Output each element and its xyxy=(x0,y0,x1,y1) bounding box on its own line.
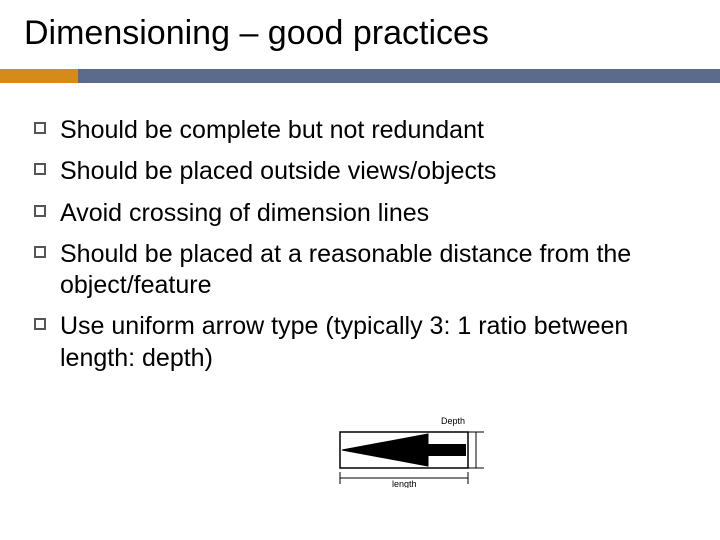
bullet-icon xyxy=(34,122,46,134)
bullet-icon xyxy=(34,318,46,330)
diagram-label-length: length xyxy=(392,479,417,488)
list-item: Should be placed outside views/objects xyxy=(24,156,696,187)
bullet-icon xyxy=(34,246,46,258)
bullet-text: Avoid crossing of dimension lines xyxy=(60,199,429,227)
title-region: Dimensioning – good practices xyxy=(0,0,720,59)
slide-title: Dimensioning – good practices xyxy=(24,14,696,53)
divider-accent xyxy=(0,69,78,83)
bullet-icon xyxy=(34,163,46,175)
divider xyxy=(0,69,720,83)
arrow-ratio-diagram: Depth length xyxy=(336,414,496,488)
bullet-icon xyxy=(34,205,46,217)
list-item: Use uniform arrow type (typically 3: 1 r… xyxy=(24,311,696,374)
bullet-text: Should be placed at a reasonable distanc… xyxy=(60,240,631,299)
diagram-label-depth: Depth xyxy=(441,416,465,426)
body-region: Should be complete but not redundant Sho… xyxy=(0,83,720,374)
divider-main xyxy=(78,69,720,83)
bullet-list: Should be complete but not redundant Sho… xyxy=(24,115,696,374)
bullet-text: Should be placed outside views/objects xyxy=(60,157,496,185)
bullet-text: Use uniform arrow type (typically 3: 1 r… xyxy=(60,312,628,371)
list-item: Should be complete but not redundant xyxy=(24,115,696,146)
list-item: Should be placed at a reasonable distanc… xyxy=(24,239,696,302)
list-item: Avoid crossing of dimension lines xyxy=(24,198,696,229)
bullet-text: Should be complete but not redundant xyxy=(60,116,484,144)
slide: Dimensioning – good practices Should be … xyxy=(0,0,720,540)
